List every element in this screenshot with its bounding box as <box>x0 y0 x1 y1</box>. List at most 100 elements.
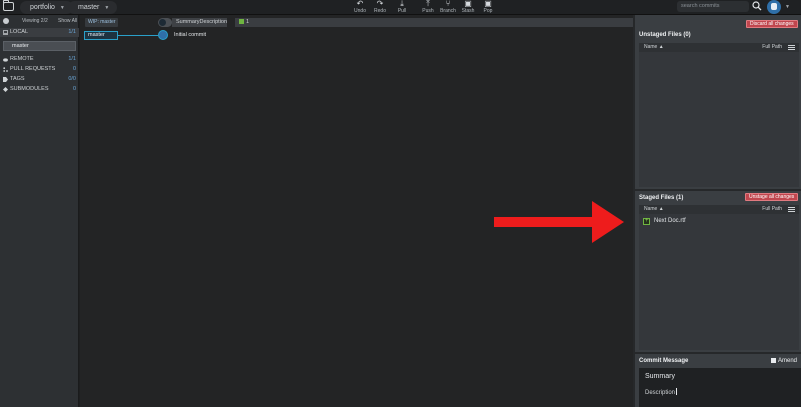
sidebar-item-pull-requests[interactable]: PULL REQUESTS 0 <box>0 65 79 74</box>
red-arrow-icon <box>494 201 624 243</box>
undo-button[interactable]: ↶ Undo <box>349 0 371 14</box>
branch-selector[interactable]: master ▼ <box>68 1 118 14</box>
pull-request-icon <box>3 67 8 72</box>
file-count: 1 <box>246 19 250 25</box>
commit-avatar[interactable] <box>158 30 168 40</box>
laptop-icon <box>3 30 8 35</box>
submodule-icon <box>3 87 8 92</box>
staged-files-title: Staged Files (1) <box>639 195 684 201</box>
push-icon: ⤒ <box>426 0 430 8</box>
list-item[interactable]: Next Doc.rtf <box>643 217 686 225</box>
branch-button[interactable]: ⑂ Branch <box>437 0 459 14</box>
branch-name: master <box>78 4 100 11</box>
amend-label: Amend <box>777 358 797 364</box>
back-icon[interactable] <box>3 18 9 24</box>
unstage-all-button[interactable]: Unstage all changes <box>745 193 799 201</box>
staged-list-header: Name ▲ Full Path <box>639 205 799 214</box>
commit-message-header: Commit Message Amend <box>635 355 801 367</box>
file-count-header: 1 <box>235 18 633 27</box>
pop-label: Pop <box>483 8 493 14</box>
path-column-header[interactable]: Full Path <box>762 43 782 52</box>
toolbar: portfolio ▼ master ▼ ↶ Undo ↷ Redo ⤓ Pull … <box>0 0 801 15</box>
graph-header: WIP: master SummaryDescription 1 <box>80 18 633 28</box>
list-view-icon[interactable] <box>788 45 795 50</box>
redo-button[interactable]: ↷ Redo <box>369 0 391 14</box>
sidebar-item-count: 0/0 <box>68 76 76 82</box>
sidebar-item-count: 0 <box>72 86 76 92</box>
stash-button[interactable]: ▣ Stash <box>457 0 479 14</box>
staging-panel: Discard all changes Unstaged Files (0) N… <box>633 15 801 407</box>
graph-toggle[interactable] <box>158 18 172 27</box>
sidebar-item-submodules[interactable]: SUBMODULES 0 <box>0 85 79 94</box>
unstaged-file-list <box>639 52 799 187</box>
chevron-down-icon: ▼ <box>59 5 65 11</box>
search-icon[interactable] <box>752 1 762 11</box>
repo-selector[interactable]: portfolio ▼ <box>20 1 73 14</box>
stash-label: Stash <box>461 8 475 14</box>
pull-button[interactable]: ⤓ Pull <box>391 0 413 14</box>
description-field[interactable]: Description <box>645 388 677 396</box>
summary-column-header[interactable]: SummaryDescription <box>172 18 227 27</box>
commit-message-title: Commit Message <box>639 358 689 364</box>
amend-checkbox[interactable]: Amend <box>770 358 797 364</box>
file-added-icon <box>643 217 650 225</box>
staged-file-name: Next Doc.rtf <box>654 218 686 224</box>
sidebar: Viewing 2/2 Show All LOCAL 1/1 master RE… <box>0 15 79 407</box>
section-divider <box>635 189 801 191</box>
push-button[interactable]: ⤒ Push <box>417 0 439 14</box>
app-window: portfolio ▼ master ▼ ↶ Undo ↷ Redo ⤓ Pull … <box>0 0 801 407</box>
pull-label: Pull <box>397 8 407 14</box>
graph-connector <box>118 35 158 36</box>
branch-chip-master[interactable]: master <box>84 31 118 40</box>
sidebar-item-tags[interactable]: TAGS 0/0 <box>0 75 79 84</box>
path-column-header[interactable]: Full Path <box>762 205 782 214</box>
section-divider <box>635 352 801 354</box>
chevron-down-icon[interactable]: ▼ <box>785 4 790 10</box>
sidebar-item-label: LOCAL <box>10 29 29 35</box>
repo-name: portfolio <box>30 4 55 11</box>
discard-all-button[interactable]: Discard all changes <box>746 20 798 28</box>
search-input[interactable]: search commits <box>677 1 749 12</box>
unstaged-files-title: Unstaged Files (0) <box>639 32 691 38</box>
branch-chip-label: master <box>88 32 105 38</box>
checkbox-icon <box>770 358 776 363</box>
list-view-icon[interactable] <box>788 207 795 212</box>
sidebar-header: Viewing 2/2 Show All <box>0 15 79 27</box>
wip-label[interactable]: WIP: master <box>85 18 118 27</box>
sidebar-item-label: REMOTE <box>10 56 34 62</box>
file-added-icon <box>239 19 244 24</box>
cloud-icon <box>3 58 8 62</box>
pop-button[interactable]: ▣ Pop <box>477 0 499 14</box>
pop-icon: ▣ <box>484 0 492 8</box>
push-label: Push <box>422 8 434 14</box>
tag-icon <box>3 77 8 82</box>
sidebar-item-label: SUBMODULES <box>10 86 49 92</box>
commit-message[interactable]: Initial commit <box>174 32 206 38</box>
sidebar-branch-master[interactable]: master <box>3 41 76 51</box>
commit-message-box: Summary Description <box>639 368 801 407</box>
name-column-header[interactable]: Name ▲ <box>644 205 664 214</box>
name-column-header[interactable]: Name ▲ <box>644 43 664 52</box>
stash-icon: ▣ <box>464 0 472 8</box>
sidebar-item-count: 1/1 <box>68 29 76 35</box>
sidebar-item-local[interactable]: LOCAL 1/1 <box>0 28 79 37</box>
undo-icon: ↶ <box>356 0 364 8</box>
folder-icon[interactable] <box>3 0 14 11</box>
pull-icon: ⤓ <box>400 0 404 8</box>
redo-label: Redo <box>374 8 386 14</box>
chevron-down-icon: ▼ <box>104 5 110 11</box>
undo-label: Undo <box>354 8 366 14</box>
unstaged-list-header: Name ▲ Full Path <box>639 43 799 52</box>
redo-icon: ↷ <box>376 0 384 8</box>
sidebar-item-count: 0 <box>72 66 76 72</box>
show-all-link[interactable]: Show All <box>58 18 77 24</box>
branch-label: Branch <box>440 8 456 14</box>
sidebar-item-count: 1/1 <box>68 56 76 62</box>
avatar[interactable] <box>767 0 781 14</box>
sidebar-item-label: TAGS <box>10 76 25 82</box>
staged-file-list: Next Doc.rtf <box>639 214 799 350</box>
summary-field[interactable]: Summary <box>645 373 675 380</box>
sidebar-item-label: PULL REQUESTS <box>10 66 56 72</box>
viewing-count: Viewing 2/2 <box>22 18 48 24</box>
sidebar-item-remote[interactable]: REMOTE 1/1 <box>0 55 79 64</box>
